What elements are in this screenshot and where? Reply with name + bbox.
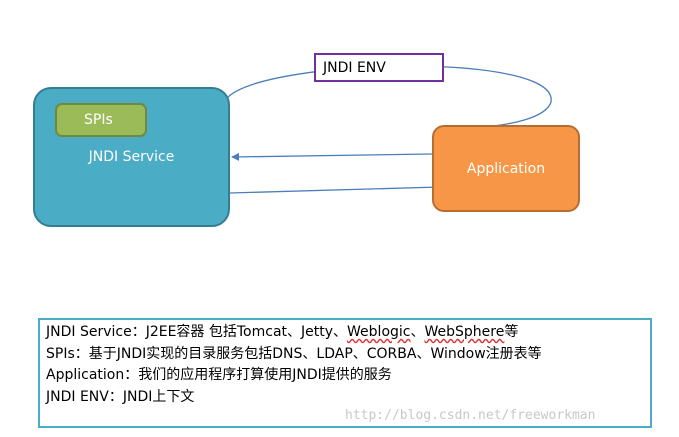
legend-service-prefix: JNDI Service：J2EE容器 包括Tomcat、Jetty、 <box>46 324 348 340</box>
legend-separator: 、 <box>410 324 425 340</box>
diagram-canvas: JNDI Service SPIs Application JNDI ENV J… <box>0 0 679 437</box>
jndi-env-node: JNDI ENV <box>314 53 444 82</box>
legend-service-suffix: 等 <box>504 324 519 340</box>
legend-line-application: Application：我们的应用程序打算使用JNDI提供的服务 <box>46 367 392 383</box>
legend-line-env: JNDI ENV：JNDI上下文 <box>46 388 195 405</box>
legend-line-service: JNDI Service：J2EE容器 包括Tomcat、Jetty、Weblo… <box>46 322 650 344</box>
watermark-url: http://blog.csdn.net/freeworkman <box>345 408 596 423</box>
legend-weblogic: Weblogic <box>347 324 411 340</box>
legend-websphere: WebSphere <box>424 324 505 340</box>
spis-node: SPIs <box>55 103 147 137</box>
arrow-application-to-service <box>231 152 433 161</box>
legend-line-spis: SPIs：基于JNDI实现的目录服务包括DNS、LDAP、CORBA、Windo… <box>46 345 542 362</box>
spis-label: SPIs <box>84 112 113 128</box>
jndi-env-label: JNDI ENV <box>323 59 386 76</box>
application-label: Application <box>466 160 546 177</box>
jndi-service-label: JNDI Service <box>88 149 175 165</box>
arrow-service-to-application <box>229 183 441 194</box>
application-node: Application <box>432 125 580 212</box>
